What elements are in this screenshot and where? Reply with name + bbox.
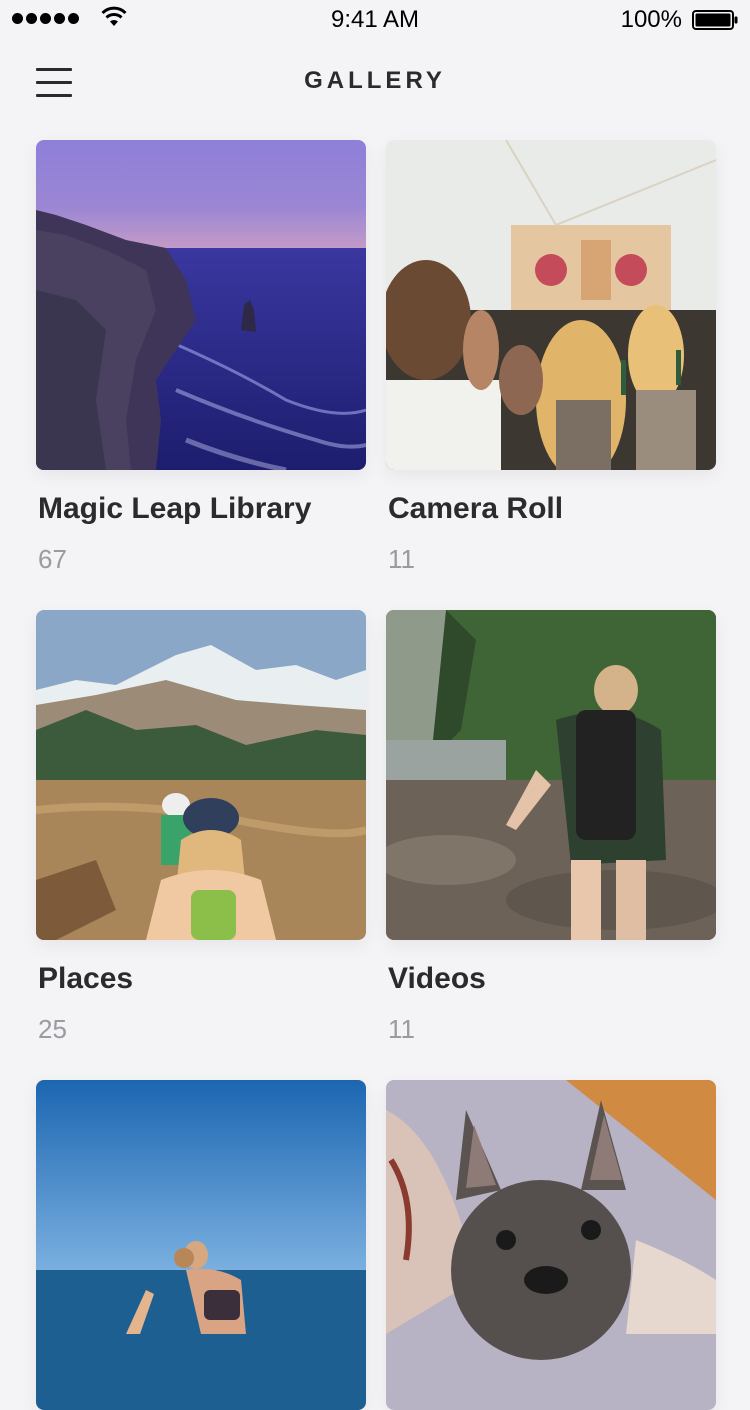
status-bar: 9:41 AM 100%: [0, 0, 750, 40]
french-bulldog-image: [386, 1080, 716, 1410]
album-card-magic-leap-library[interactable]: Magic Leap Library 67: [36, 140, 366, 574]
festival-crowd-image: [386, 140, 716, 470]
beach-woman-image: [36, 1080, 366, 1410]
album-thumbnail[interactable]: [386, 1080, 716, 1410]
cliffs-ocean-image: [36, 140, 366, 470]
album-count: 11: [388, 544, 415, 574]
album-count: 11: [388, 1014, 415, 1044]
album-count: 67: [38, 544, 67, 574]
album-title: Videos: [388, 962, 486, 995]
album-title: Magic Leap Library: [38, 492, 312, 525]
album-card-beach[interactable]: [36, 1080, 366, 1410]
album-card-places[interactable]: Places 25: [36, 610, 366, 1044]
battery-percentage: 100%: [620, 6, 682, 33]
album-card-camera-roll[interactable]: Camera Roll 11: [386, 140, 716, 574]
navigation-bar: GALLERY: [0, 56, 750, 108]
battery-icon: [692, 10, 738, 30]
album-title: Places: [38, 962, 134, 995]
album-thumbnail[interactable]: [36, 1080, 366, 1410]
album-count: 25: [38, 1014, 67, 1044]
album-thumbnail[interactable]: [36, 140, 366, 470]
album-thumbnail[interactable]: [36, 610, 366, 940]
mountain-hikers-image: [36, 610, 366, 940]
album-thumbnail[interactable]: [386, 610, 716, 940]
album-thumbnail[interactable]: [386, 140, 716, 470]
forest-hiker-image: [386, 610, 716, 940]
page-title: GALLERY: [304, 67, 446, 94]
album-card-dog[interactable]: [386, 1080, 716, 1410]
album-card-videos[interactable]: Videos 11: [386, 610, 716, 1044]
album-title: Camera Roll: [388, 492, 564, 525]
